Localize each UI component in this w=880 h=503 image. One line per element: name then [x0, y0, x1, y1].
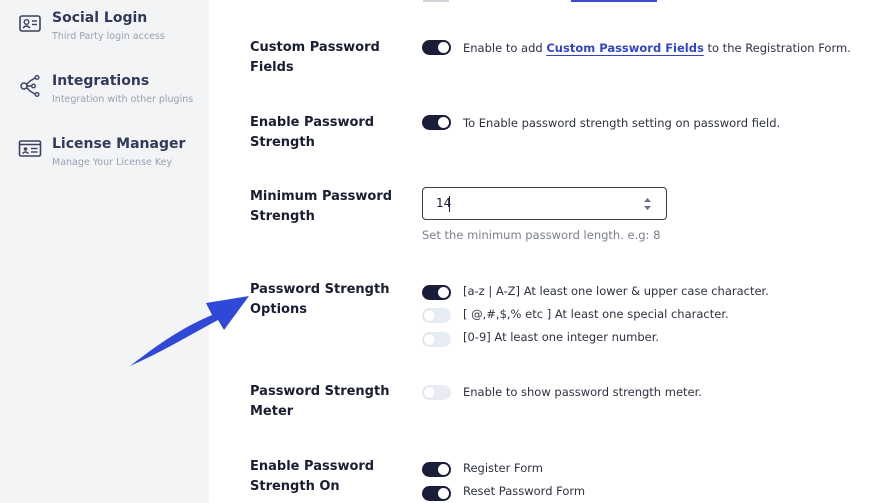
text-caret [449, 196, 450, 212]
settings-panel: Custom Password Fields Enable to add Cus… [209, 0, 880, 503]
sidebar-item-social-login[interactable]: Social Login Third Party login access [0, 8, 209, 58]
spinner-arrows-icon[interactable] [643, 196, 652, 212]
enable-password-strength-description: To Enable password strength setting on p… [463, 116, 781, 130]
special-character-option: [ @,#,$,% etc ] At least one special cha… [463, 307, 729, 321]
sidebar-item-integrations[interactable]: Integrations Integration with other plug… [0, 71, 209, 121]
integer-number-toggle[interactable] [422, 332, 451, 347]
sidebar-item-title: License Manager [52, 136, 186, 152]
sidebar-item-subtitle: Integration with other plugins [52, 94, 194, 105]
description-prefix: Enable to add [463, 41, 547, 55]
register-form-option: Register Form [463, 461, 543, 475]
custom-password-fields-link[interactable]: Custom Password Fields [546, 41, 703, 55]
lower-upper-case-toggle[interactable] [422, 285, 451, 300]
sidebar-item-title: Social Login [52, 10, 148, 26]
custom-password-fields-description: Enable to add Custom Password Fields to … [463, 40, 851, 56]
reset-password-form-toggle[interactable] [422, 486, 451, 501]
sidebar-item-subtitle: Manage Your License Key [52, 157, 173, 168]
register-form-toggle[interactable] [422, 462, 451, 477]
minimum-password-strength-label: Minimum Password Strength [250, 189, 393, 224]
custom-password-fields-label: Custom Password Fields [250, 40, 380, 75]
custom-password-fields-toggle[interactable] [422, 40, 451, 55]
cut-off-link-underline [571, 0, 657, 2]
sidebar: Social Login Third Party login access In… [0, 0, 209, 503]
integer-number-option: [0-9] At least one integer number. [463, 330, 660, 344]
enable-password-strength-on-label: Enable Password Strength On [250, 459, 375, 494]
reset-password-form-option: Reset Password Form [463, 484, 586, 498]
password-strength-meter-label: Password Strength Meter [250, 384, 390, 419]
password-strength-options-label: Password Strength Options [250, 282, 390, 317]
cut-off-toggle [423, 0, 449, 2]
sidebar-item-title: Integrations [52, 73, 150, 89]
special-character-toggle[interactable] [422, 308, 451, 323]
password-strength-meter-description: Enable to show password strength meter. [463, 385, 702, 399]
lower-upper-case-option: [a-z | A-Z] At least one lower & upper c… [463, 284, 769, 298]
contact-card-icon [19, 15, 41, 32]
minimum-length-hint: Set the minimum password length. e.g: 8 [422, 228, 661, 242]
sidebar-item-subtitle: Third Party login access [52, 31, 165, 42]
password-strength-meter-toggle[interactable] [422, 385, 451, 400]
enable-password-strength-toggle[interactable] [422, 115, 451, 130]
annotation-arrow-icon [130, 296, 249, 366]
integrations-icon [20, 75, 40, 98]
description-suffix: to the Registration Form. [703, 41, 851, 55]
enable-password-strength-label: Enable Password Strength [250, 115, 375, 150]
id-card-icon [18, 140, 42, 157]
sidebar-item-license-manager[interactable]: License Manager Manage Your License Key [0, 134, 209, 184]
minimum-length-input[interactable]: 14 [422, 187, 667, 220]
